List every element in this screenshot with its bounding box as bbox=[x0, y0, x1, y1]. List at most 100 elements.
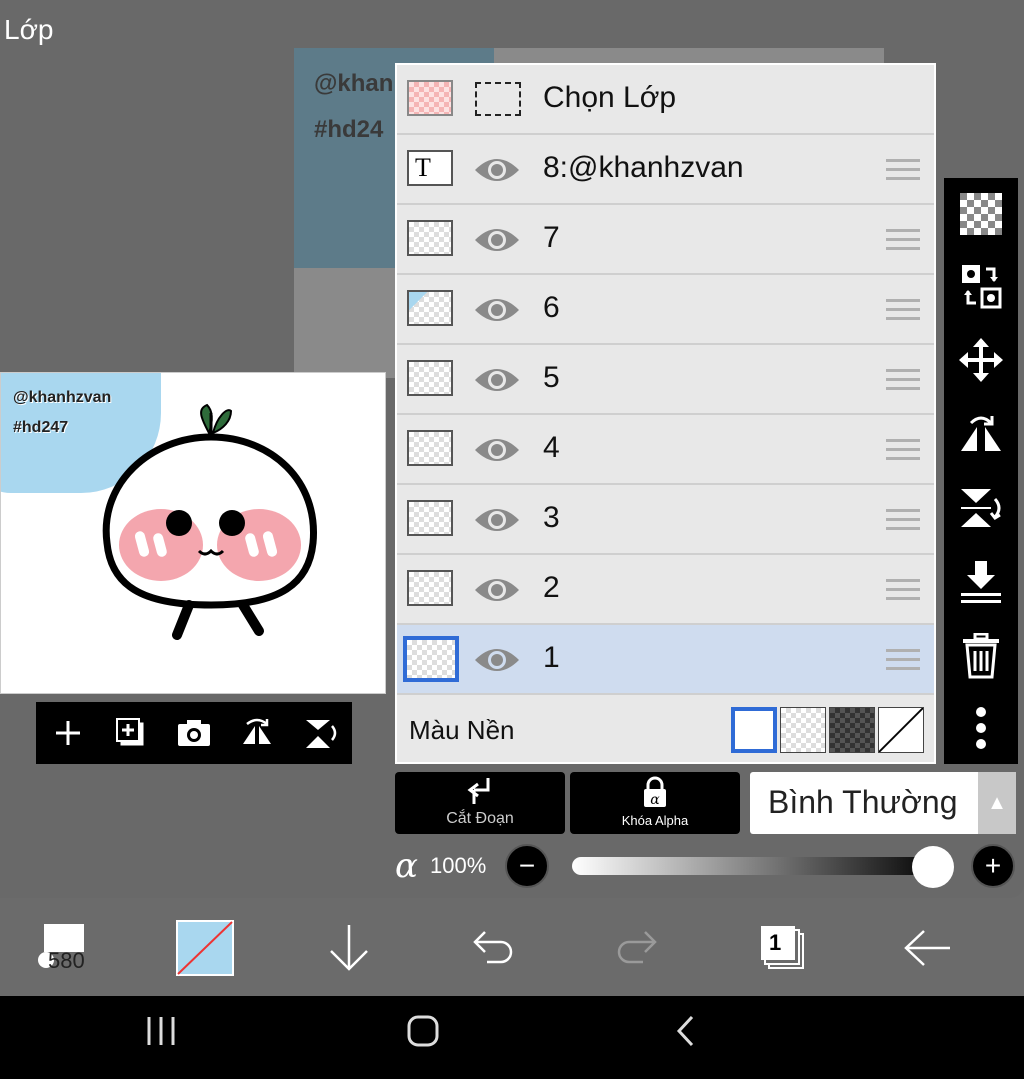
checker-icon[interactable] bbox=[957, 190, 1005, 238]
current-color-icon bbox=[176, 920, 234, 976]
drag-handle-icon[interactable] bbox=[886, 649, 920, 671]
move-icon[interactable] bbox=[957, 336, 1005, 384]
camera-icon[interactable] bbox=[172, 711, 216, 755]
layer-label: 3 bbox=[543, 501, 560, 534]
drag-handle-icon[interactable] bbox=[886, 439, 920, 461]
add-layer-icon[interactable] bbox=[109, 711, 153, 755]
bg-transparent-swatch[interactable] bbox=[780, 707, 826, 753]
redo-icon[interactable] bbox=[614, 918, 660, 978]
alpha-lock-label: Khóa Alpha bbox=[621, 813, 689, 828]
eye-icon[interactable] bbox=[473, 502, 521, 538]
layer-thumbnail bbox=[407, 570, 453, 606]
arrow-down-icon[interactable] bbox=[326, 918, 372, 978]
layer-row-8[interactable]: T 8:@khanhzvan bbox=[397, 135, 934, 205]
opacity-increase-button[interactable]: + bbox=[971, 844, 1015, 888]
alpha-symbol: α bbox=[395, 846, 418, 886]
select-layer-label: Chọn Lớp bbox=[543, 81, 677, 114]
flip-vertical-icon[interactable] bbox=[957, 484, 1005, 532]
eye-icon[interactable] bbox=[473, 572, 521, 608]
layer-thumbnail bbox=[407, 500, 453, 536]
layer-panel: Chọn Lớp T 8:@khanhzvan 7 6 5 4 3 2 1 Mà… bbox=[395, 63, 936, 764]
bg-dark-swatch[interactable] bbox=[829, 707, 875, 753]
bottom-toolbar: 580 1 bbox=[0, 900, 1024, 996]
layer-thumbnail bbox=[407, 220, 453, 256]
chevron-up-icon: ▲ bbox=[978, 772, 1016, 834]
blend-mode-value: Bình Thường bbox=[768, 784, 958, 820]
brush-size-value: 580 bbox=[48, 948, 85, 973]
preview-toolbar bbox=[36, 702, 352, 764]
eye-icon[interactable] bbox=[473, 642, 521, 678]
clip-arrow-icon bbox=[467, 778, 490, 804]
character-drawing bbox=[102, 403, 317, 640]
layer-preview[interactable]: @khanhzvan #hd247 bbox=[0, 372, 386, 694]
opacity-slider-handle[interactable] bbox=[912, 846, 954, 888]
eye-icon[interactable] bbox=[473, 222, 521, 258]
drag-handle-icon[interactable] bbox=[886, 159, 920, 181]
select-layer-row[interactable]: Chọn Lớp bbox=[397, 65, 934, 135]
selection-rect-icon bbox=[475, 82, 521, 116]
undo-icon[interactable] bbox=[470, 918, 516, 978]
bg-white-swatch[interactable] bbox=[731, 707, 777, 753]
back-icon[interactable] bbox=[674, 1014, 696, 1053]
layer-label: 4 bbox=[543, 431, 560, 464]
layer-thumbnail bbox=[403, 636, 459, 682]
color-swatch-button[interactable] bbox=[176, 918, 234, 978]
page-title: Lớp bbox=[4, 14, 54, 45]
canvas-text-line1: @khan bbox=[314, 70, 394, 97]
layer-actions-toolbar bbox=[944, 178, 1018, 764]
layer-label: 1 bbox=[543, 641, 560, 674]
opacity-value: 100% bbox=[430, 853, 487, 878]
background-color-row: Màu Nền bbox=[397, 697, 934, 764]
back-arrow-icon[interactable] bbox=[902, 918, 952, 978]
eye-icon[interactable] bbox=[473, 292, 521, 328]
layer-label: 8:@khanhzvan bbox=[543, 151, 744, 184]
layers-count: 1 bbox=[769, 930, 782, 955]
eye-icon[interactable] bbox=[473, 432, 521, 468]
bg-none-swatch[interactable] bbox=[878, 707, 924, 753]
brush-size-button[interactable]: 580 bbox=[34, 918, 98, 978]
flip-horizontal-icon[interactable] bbox=[235, 711, 279, 755]
flip-horizontal-icon[interactable] bbox=[957, 410, 1005, 458]
system-nav-bar bbox=[0, 996, 1024, 1079]
opacity-decrease-button[interactable]: − bbox=[505, 844, 549, 888]
flip-vertical-icon[interactable] bbox=[298, 711, 342, 755]
canvas-text-line2: #hd24 bbox=[314, 116, 384, 143]
layer-row-3[interactable]: 3 bbox=[397, 485, 934, 555]
swap-icon[interactable] bbox=[957, 262, 1005, 310]
trash-icon[interactable] bbox=[957, 632, 1005, 680]
add-icon[interactable] bbox=[46, 711, 90, 755]
more-icon[interactable] bbox=[957, 704, 1005, 752]
layer-row-5[interactable]: 5 bbox=[397, 345, 934, 415]
workspace: Lớp @khan #hd24 @khanhzvan #hd247 Chọn L… bbox=[0, 0, 1024, 898]
text-layer-thumbnail: T bbox=[407, 150, 453, 186]
layer-label: 5 bbox=[543, 361, 560, 394]
layer-label: 2 bbox=[543, 571, 560, 604]
recent-apps-icon[interactable] bbox=[146, 1014, 176, 1053]
drag-handle-icon[interactable] bbox=[886, 369, 920, 391]
drag-handle-icon[interactable] bbox=[886, 299, 920, 321]
lock-icon: α bbox=[644, 776, 666, 808]
layers-button[interactable]: 1 bbox=[756, 918, 810, 978]
merge-down-icon[interactable] bbox=[957, 558, 1005, 606]
layer-row-7[interactable]: 7 bbox=[397, 205, 934, 275]
drag-handle-icon[interactable] bbox=[886, 229, 920, 251]
drag-handle-icon[interactable] bbox=[886, 579, 920, 601]
clipping-button[interactable]: Cắt Đoạn bbox=[395, 772, 565, 834]
blend-mode-select[interactable]: Bình Thường ▲ bbox=[750, 772, 1016, 834]
background-label: Màu Nền bbox=[409, 715, 515, 745]
layer-row-6[interactable]: 6 bbox=[397, 275, 934, 345]
eye-icon[interactable] bbox=[473, 362, 521, 398]
layer-thumbnail bbox=[407, 430, 453, 466]
svg-text:α: α bbox=[650, 792, 660, 808]
opacity-slider[interactable] bbox=[572, 857, 942, 875]
home-icon[interactable] bbox=[406, 1014, 440, 1053]
alpha-lock-button[interactable]: α Khóa Alpha bbox=[570, 772, 740, 834]
eye-icon[interactable] bbox=[473, 152, 521, 188]
drag-handle-icon[interactable] bbox=[886, 509, 920, 531]
layer-row-1[interactable]: 1 bbox=[397, 625, 934, 695]
app-screen: Lớp @khan #hd24 @khanhzvan #hd247 Chọn L… bbox=[0, 0, 1024, 1079]
layer-row-2[interactable]: 2 bbox=[397, 555, 934, 625]
clipping-label: Cắt Đoạn bbox=[446, 810, 514, 827]
layer-label: 7 bbox=[543, 221, 560, 254]
layer-row-4[interactable]: 4 bbox=[397, 415, 934, 485]
